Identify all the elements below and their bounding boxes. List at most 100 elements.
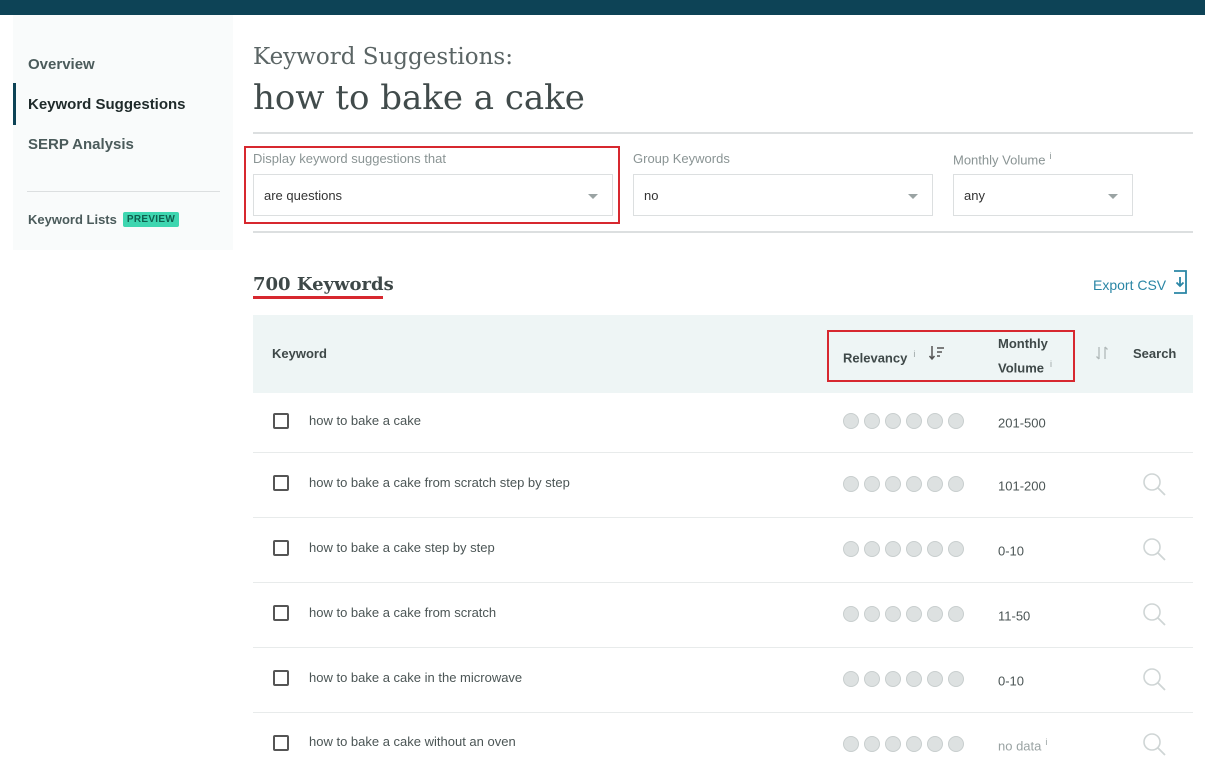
relevancy-dot <box>885 671 901 687</box>
group-filter-label: Group Keywords <box>633 151 730 166</box>
keyword-count: 700 Keywords <box>253 274 394 295</box>
sidebar-item-keyword-lists[interactable]: Keyword Lists PREVIEW <box>28 212 180 227</box>
relevancy-dot <box>906 413 922 429</box>
sort-icon[interactable] <box>1095 346 1109 360</box>
search-icon[interactable] <box>1141 666 1167 692</box>
relevancy-dot <box>885 606 901 622</box>
relevancy-dot <box>885 736 901 752</box>
table-row: how to bake a cake 201-500 <box>253 393 1193 453</box>
row-volume-value: 0-10 <box>998 673 1025 689</box>
row-keyword[interactable]: how to bake a cake step by step <box>309 540 495 555</box>
volume-filter-value: any <box>964 187 985 203</box>
export-csv-link[interactable]: Export CSV <box>1093 277 1166 293</box>
column-header-keyword[interactable]: Keyword <box>272 344 327 364</box>
relevancy-dot <box>927 413 943 429</box>
row-checkbox[interactable] <box>273 605 289 621</box>
row-checkbox[interactable] <box>273 540 289 556</box>
relevancy-dot <box>864 736 880 752</box>
relevancy-dot <box>948 671 964 687</box>
info-icon[interactable]: i <box>1045 737 1047 747</box>
relevancy-dot <box>843 606 859 622</box>
relevancy-dot <box>948 541 964 557</box>
row-volume: 101-200 <box>998 477 1050 493</box>
row-volume-value: no data <box>998 738 1042 754</box>
header-divider <box>253 132 1193 134</box>
relevancy-dots <box>843 413 964 429</box>
row-keyword[interactable]: how to bake a cake from scratch step by … <box>309 475 570 490</box>
sidebar-item-overview[interactable]: Overview <box>28 56 95 73</box>
chevron-down-icon <box>908 194 918 199</box>
table-row: how to bake a cake from scratch step by … <box>253 453 1193 518</box>
row-checkbox[interactable] <box>273 735 289 751</box>
nav-active-indicator <box>13 83 16 125</box>
row-volume: 0-10 <box>998 542 1028 558</box>
relevancy-dot <box>843 413 859 429</box>
search-icon[interactable] <box>1141 536 1167 562</box>
highlight-box-display-filter <box>244 146 620 224</box>
relevancy-dot <box>864 671 880 687</box>
relevancy-dot <box>927 541 943 557</box>
volume-filter-label: Monthly Volume i <box>953 151 1052 167</box>
relevancy-dot <box>927 606 943 622</box>
relevancy-dot <box>927 671 943 687</box>
volume-filter-label-text: Monthly Volume <box>953 152 1046 168</box>
row-checkbox[interactable] <box>273 670 289 686</box>
keyword-count-underline <box>253 296 383 299</box>
sidebar-item-keyword-suggestions[interactable]: Keyword Suggestions <box>28 96 186 113</box>
relevancy-dot <box>906 736 922 752</box>
row-volume: no data i <box>998 737 1047 753</box>
search-icon[interactable] <box>1141 601 1167 627</box>
relevancy-dots <box>843 606 964 622</box>
chevron-down-icon <box>1108 194 1118 199</box>
relevancy-dots <box>843 476 964 492</box>
filters-divider <box>253 231 1193 233</box>
relevancy-dot <box>906 541 922 557</box>
relevancy-dot <box>906 476 922 492</box>
sidebar-item-serp-analysis[interactable]: SERP Analysis <box>28 136 134 153</box>
relevancy-dot <box>948 606 964 622</box>
group-filter-select[interactable]: no <box>633 174 933 216</box>
relevancy-dot <box>885 476 901 492</box>
relevancy-dot <box>843 476 859 492</box>
relevancy-dot <box>864 476 880 492</box>
row-volume-value: 11-50 <box>998 608 1031 624</box>
search-icon[interactable] <box>1141 471 1167 497</box>
relevancy-dot <box>948 476 964 492</box>
search-icon[interactable] <box>1141 731 1167 757</box>
page-subtitle: Keyword Suggestions: <box>253 44 513 70</box>
relevancy-dot <box>843 671 859 687</box>
table-row: how to bake a cake without an oven no da… <box>253 713 1193 756</box>
relevancy-dot <box>843 736 859 752</box>
relevancy-dot <box>843 541 859 557</box>
relevancy-dot <box>927 736 943 752</box>
download-icon[interactable] <box>1171 270 1189 294</box>
row-keyword[interactable]: how to bake a cake from scratch <box>309 605 496 620</box>
table-row: how to bake a cake from scratch 11-50 <box>253 583 1193 648</box>
relevancy-dots <box>843 736 964 752</box>
row-volume-value: 0-10 <box>998 543 1025 559</box>
row-volume: 11-50 <box>998 607 1034 623</box>
row-volume: 0-10 <box>998 672 1028 688</box>
relevancy-dot <box>864 413 880 429</box>
sidebar: Overview Keyword Suggestions SERP Analys… <box>13 15 233 250</box>
row-keyword[interactable]: how to bake a cake in the microwave <box>309 670 522 685</box>
row-checkbox[interactable] <box>273 475 289 491</box>
relevancy-dot <box>885 413 901 429</box>
row-checkbox[interactable] <box>273 413 289 429</box>
table-row: how to bake a cake in the microwave 0-10 <box>253 648 1193 713</box>
volume-filter-select[interactable]: any <box>953 174 1133 216</box>
table-row: how to bake a cake step by step 0-10 <box>253 518 1193 583</box>
sidebar-divider <box>27 191 220 192</box>
relevancy-dot <box>864 606 880 622</box>
row-volume: 201-500 <box>998 414 1050 430</box>
relevancy-dot <box>885 541 901 557</box>
page-title: how to bake a cake <box>253 78 585 118</box>
row-keyword[interactable]: how to bake a cake <box>309 413 421 428</box>
row-volume-value: 201-500 <box>998 415 1046 431</box>
info-icon[interactable]: i <box>1050 151 1052 161</box>
relevancy-dot <box>906 671 922 687</box>
row-volume-value: 101-200 <box>998 478 1046 494</box>
keyword-lists-label: Keyword Lists <box>28 212 117 227</box>
group-filter-value: no <box>644 187 659 203</box>
top-bar <box>0 0 1205 15</box>
